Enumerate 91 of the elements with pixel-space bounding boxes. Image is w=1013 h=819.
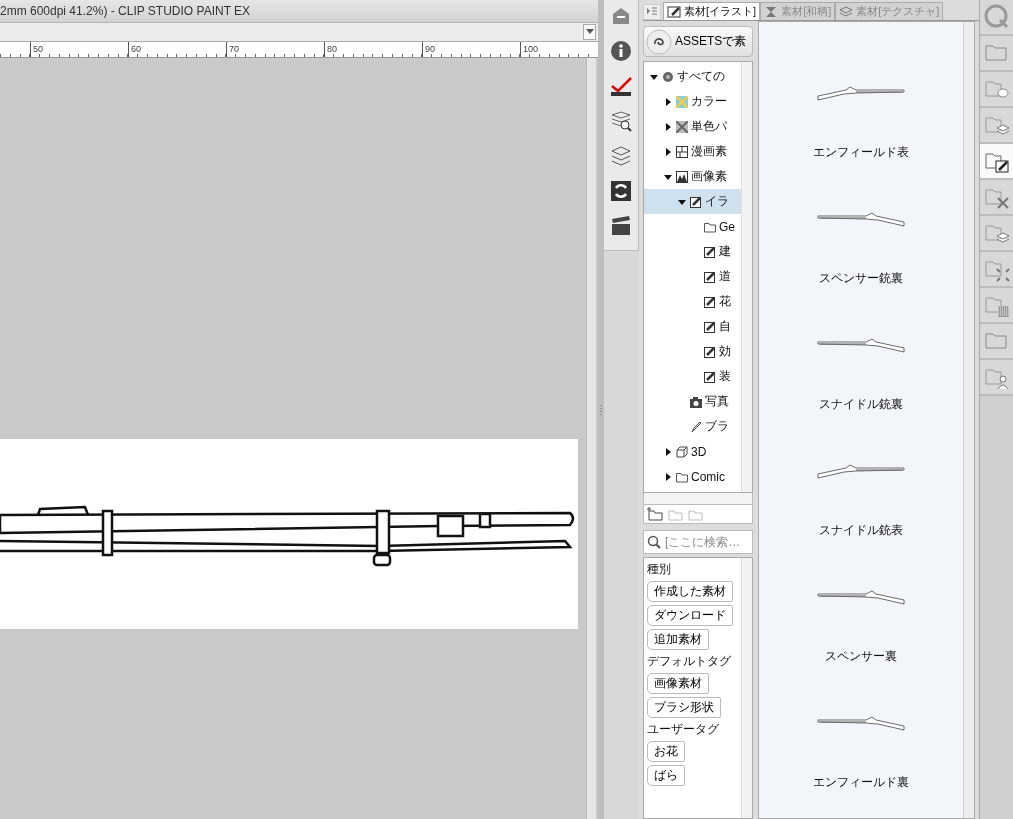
side-tab[interactable]	[980, 144, 1013, 180]
tab[interactable]: 素材[イラスト]	[663, 2, 761, 20]
tag-button[interactable]: お花	[647, 741, 685, 762]
new-folder-icon[interactable]	[647, 507, 663, 521]
pen-icon	[704, 295, 716, 308]
tag-button[interactable]: ダウンロード	[647, 605, 733, 626]
tree-item[interactable]: カラー	[644, 89, 741, 114]
search-field[interactable]: [ここに検索…	[643, 530, 753, 554]
tree-item[interactable]: 漫画素	[644, 139, 741, 164]
tree-item[interactable]: 画像素	[644, 164, 741, 189]
material-name: スペンサー銃裏	[819, 270, 903, 287]
tree-item[interactable]: イラ	[644, 189, 741, 214]
mono-pattern-icon	[676, 120, 688, 133]
material-name: エンフィールド表	[813, 144, 909, 161]
folder-icon	[704, 220, 716, 233]
collapse-icon[interactable]	[678, 197, 686, 206]
expand-icon[interactable]	[664, 472, 672, 481]
folder-icon	[676, 470, 688, 483]
brush-icon	[690, 420, 702, 433]
tree-item[interactable]: 装	[644, 364, 741, 389]
assets-button[interactable]: ASSETSで素	[643, 26, 753, 57]
panel-menu-button[interactable]	[643, 4, 661, 20]
tree-item[interactable]: 自	[644, 314, 741, 339]
layer-search-icon[interactable]	[610, 110, 632, 132]
color-pattern-icon	[676, 95, 688, 108]
sync-icon[interactable]	[610, 180, 632, 202]
layers-icon[interactable]	[610, 145, 632, 167]
tag-button[interactable]: 追加素材	[647, 629, 709, 650]
tree-item[interactable]: Ge	[644, 214, 741, 239]
check-icon[interactable]	[610, 75, 632, 97]
stack-icon	[839, 4, 854, 19]
scrollbar[interactable]	[741, 62, 752, 492]
tree-item[interactable]: 花	[644, 289, 741, 314]
menu-icon	[647, 7, 657, 15]
tree-item[interactable]: 建	[644, 239, 741, 264]
tag-button[interactable]: ばら	[647, 765, 685, 786]
tree-item[interactable]: 効	[644, 339, 741, 364]
expand-icon[interactable]	[664, 447, 672, 456]
info-icon[interactable]	[610, 40, 632, 62]
tree-item[interactable]: すべての	[644, 64, 741, 89]
pen-icon	[704, 370, 716, 383]
tree-item[interactable]: ブラ	[644, 414, 741, 439]
ruler-label: 90	[424, 44, 435, 54]
scrollbar[interactable]	[586, 58, 596, 819]
search-icon	[982, 3, 1011, 31]
caret-icon	[585, 29, 594, 35]
pen-icon	[704, 320, 716, 333]
cube-icon	[676, 445, 688, 458]
expand-icon[interactable]	[664, 147, 672, 156]
ruler-label: 80	[326, 44, 337, 54]
collapse-icon[interactable]	[664, 172, 672, 181]
material-name: エンフィールド裏	[813, 774, 909, 791]
pen-icon	[704, 270, 716, 283]
tree-item[interactable]: 道	[644, 264, 741, 289]
scrollbar[interactable]	[741, 558, 752, 818]
clapperboard-icon[interactable]	[610, 215, 632, 237]
tree-item[interactable]: 単色パ	[644, 114, 741, 139]
dropdown-button[interactable]	[583, 24, 596, 40]
pen-icon	[667, 4, 681, 19]
ruler-label: 70	[228, 44, 239, 54]
ruler-label: 100	[522, 44, 539, 54]
pen-icon	[704, 245, 716, 258]
mountain-icon	[676, 170, 688, 183]
tree-item[interactable]: 写真	[644, 389, 741, 414]
expand-icon[interactable]	[664, 122, 672, 131]
tag-button[interactable]: 画像素材	[647, 673, 709, 694]
spiral-icon	[646, 28, 672, 55]
pen-icon	[704, 345, 716, 358]
pen-icon	[690, 195, 702, 208]
folder-delete-icon[interactable]	[687, 507, 703, 521]
scrollbar[interactable]	[963, 22, 974, 818]
disc-icon	[662, 70, 674, 83]
expand-icon[interactable]	[664, 97, 672, 106]
ruler-label: 50	[32, 44, 43, 54]
ruler-label: 60	[130, 44, 141, 54]
tree-item[interactable]: 3D	[644, 439, 741, 464]
material-name: スナイドル銃表	[819, 522, 903, 539]
tag-button[interactable]: 作成した素材	[647, 581, 733, 602]
pattern-icon	[764, 4, 779, 19]
tree-item[interactable]: Comic	[644, 464, 741, 489]
tag-group-title: デフォルトタグ	[647, 653, 731, 670]
tag-button[interactable]: ブラシ形状	[647, 697, 721, 718]
window-title: 2mm 600dpi 41.2%) - CLIP STUDIO PAINT EX	[0, 4, 251, 18]
tag-group-title: ユーザータグ	[647, 721, 719, 738]
panel-layout-icon	[676, 145, 688, 158]
material-name: スナイドル銃裏	[819, 396, 903, 413]
material-name: スペンサー裏	[825, 648, 897, 665]
scrollbar[interactable]	[643, 493, 753, 505]
collapse-icon[interactable]	[650, 72, 658, 81]
tag-group-title: 種別	[647, 561, 671, 578]
camera-icon	[690, 395, 702, 408]
